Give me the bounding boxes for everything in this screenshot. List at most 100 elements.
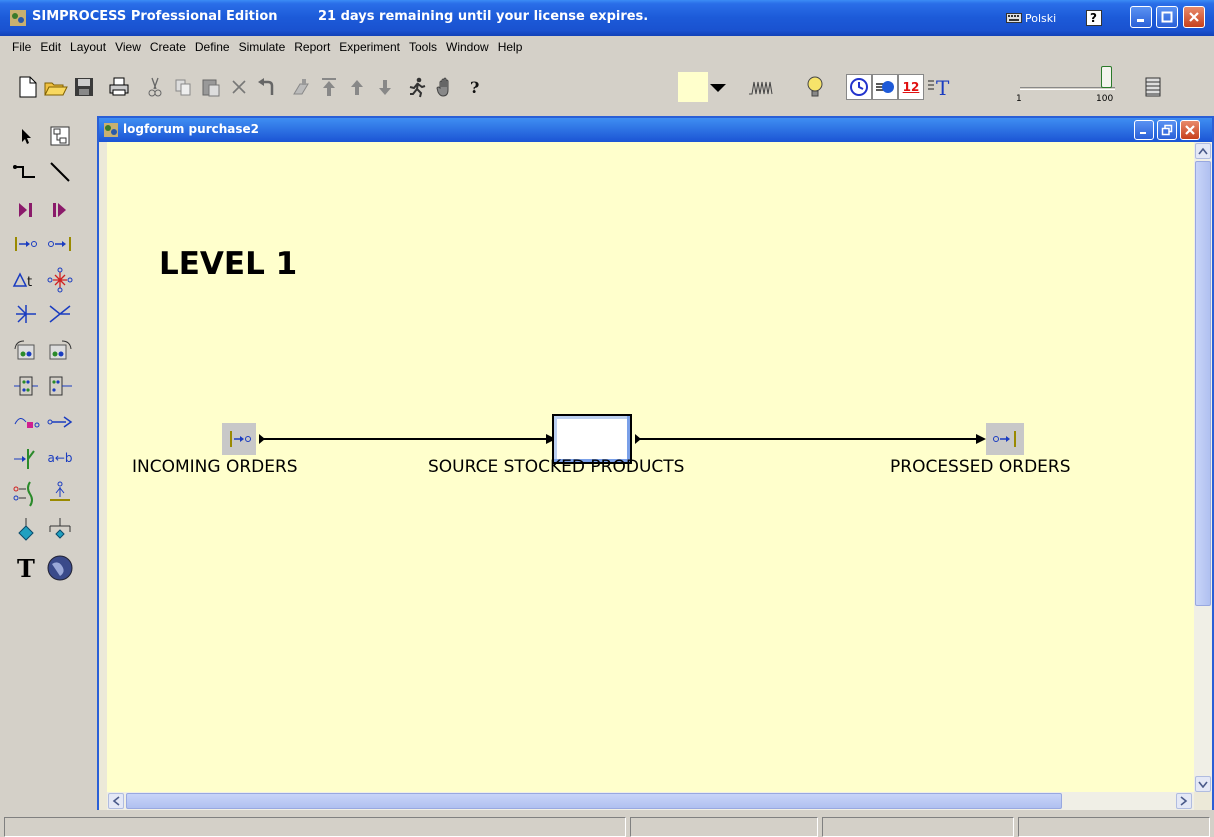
question-mark-icon: ? — [470, 78, 479, 97]
delete-button[interactable] — [226, 74, 252, 100]
output-connector-icon — [993, 431, 1016, 447]
chevron-down-icon — [1198, 781, 1208, 788]
trace-button[interactable] — [748, 74, 774, 100]
menu-window[interactable]: Window — [446, 38, 495, 58]
menu-create[interactable]: Create — [150, 38, 192, 58]
diagram-title: logforum purchase2 — [123, 122, 259, 136]
paste-button[interactable] — [198, 74, 224, 100]
cut-button[interactable] — [142, 74, 168, 100]
properties-button[interactable] — [288, 74, 314, 100]
incoming-orders-node[interactable] — [222, 423, 256, 455]
transfer-tool[interactable] — [42, 406, 78, 438]
clock-button[interactable] — [846, 74, 872, 100]
menu-view[interactable]: View — [115, 38, 147, 58]
slider-thumb[interactable] — [1101, 66, 1112, 88]
unbatch-tool[interactable] — [42, 370, 78, 402]
save-button[interactable] — [71, 74, 97, 100]
menu-file[interactable]: File — [12, 38, 37, 58]
help-context-button[interactable]: ? — [462, 74, 488, 100]
hint-button[interactable] — [802, 74, 828, 100]
run-simulation-button[interactable] — [404, 74, 430, 100]
maximize-button[interactable] — [1156, 6, 1178, 28]
menu-edit[interactable]: Edit — [40, 38, 67, 58]
text-tool[interactable]: T — [8, 552, 44, 584]
menu-experiment[interactable]: Experiment — [339, 38, 406, 58]
speed-slider[interactable]: 1 100 — [1012, 66, 1124, 110]
horizontal-scroll-thumb[interactable] — [126, 793, 1062, 809]
menu-report[interactable]: Report — [294, 38, 336, 58]
scroll-down-button[interactable] — [1195, 776, 1211, 792]
processed-orders-node[interactable] — [986, 423, 1024, 455]
text-style-icon: T — [928, 76, 950, 98]
transform-tool[interactable] — [8, 406, 44, 438]
hierarchy-tool[interactable] — [42, 120, 78, 152]
open-button[interactable] — [43, 74, 69, 100]
print-button[interactable] — [106, 74, 132, 100]
input-tool[interactable] — [8, 228, 44, 260]
orthogonal-connector-tool[interactable] — [8, 156, 44, 188]
globe-tool[interactable] — [42, 552, 78, 584]
maximize-icon — [1161, 11, 1173, 23]
help-icon[interactable]: ? — [1086, 10, 1102, 26]
minimize-icon — [1140, 132, 1146, 134]
move-down-button[interactable] — [372, 74, 398, 100]
synchronize-tool[interactable] — [8, 478, 44, 510]
replenish-tool[interactable] — [42, 478, 78, 510]
stop-tool[interactable] — [42, 194, 78, 226]
undo-button[interactable] — [254, 74, 280, 100]
diagram-canvas[interactable]: LEVEL 1 INCOMING ORDERS SOURCE STOCKED P… — [107, 142, 1194, 794]
assign-tool[interactable]: a←b — [42, 442, 78, 474]
text-style-button[interactable]: T — [926, 74, 952, 100]
scroll-right-button[interactable] — [1176, 793, 1192, 809]
resource-tool[interactable] — [42, 514, 78, 546]
output-tool[interactable] — [42, 228, 78, 260]
vertical-scrollbar[interactable] — [1194, 142, 1212, 794]
font-size-button[interactable]: 12 — [898, 74, 924, 100]
assemble-tool[interactable] — [8, 334, 44, 366]
straight-connector-tool[interactable] — [42, 156, 78, 188]
filmstrip-button[interactable] — [1140, 74, 1166, 100]
select-tool[interactable] — [8, 120, 44, 152]
delta-t-icon: t — [12, 272, 32, 290]
decision-tool[interactable] — [8, 514, 44, 546]
color-picker-button[interactable] — [676, 72, 730, 102]
font-size-label: 12 — [902, 80, 920, 94]
vertical-scroll-thumb[interactable] — [1195, 161, 1211, 606]
menu-help[interactable]: Help — [498, 38, 529, 58]
new-button[interactable] — [15, 74, 41, 100]
split-tool[interactable] — [42, 264, 78, 296]
input-connector-icon — [15, 237, 37, 251]
entity-button[interactable] — [872, 74, 898, 100]
diagram-close-button[interactable] — [1180, 120, 1200, 140]
move-up-button[interactable] — [344, 74, 370, 100]
batch-tool[interactable] — [8, 370, 44, 402]
branch-tool[interactable] — [8, 298, 44, 330]
copy-icon — [175, 79, 191, 96]
copy-button[interactable] — [170, 74, 196, 100]
scroll-left-button[interactable] — [108, 793, 124, 809]
minimize-button[interactable] — [1130, 6, 1152, 28]
scroll-up-button[interactable] — [1195, 143, 1211, 159]
disassemble-tool[interactable] — [42, 334, 78, 366]
menu-define[interactable]: Define — [195, 38, 236, 58]
close-button[interactable] — [1183, 6, 1205, 28]
start-tool[interactable] — [8, 194, 44, 226]
menu-tools[interactable]: Tools — [409, 38, 443, 58]
pause-button[interactable] — [432, 74, 458, 100]
pointer-arrow-icon — [22, 129, 31, 144]
toolbar: ? 12 T 1 100 — [0, 60, 1214, 114]
input-connector-icon — [230, 431, 251, 447]
slider-max-label: 100 — [1096, 94, 1114, 104]
language-indicator[interactable]: Polski — [1006, 8, 1056, 28]
delay-tool[interactable]: t — [8, 264, 44, 296]
source-stocked-products-label: SOURCE STOCKED PRODUCTS — [428, 457, 685, 477]
horizontal-scrollbar[interactable] — [107, 792, 1194, 810]
gate-tool[interactable] — [8, 442, 44, 474]
menu-simulate[interactable]: Simulate — [239, 38, 292, 58]
diagram-restore-button[interactable] — [1157, 120, 1177, 140]
move-top-button[interactable] — [316, 74, 342, 100]
menu-layout[interactable]: Layout — [70, 38, 112, 58]
printer-icon — [109, 77, 129, 96]
diagram-minimize-button[interactable] — [1134, 120, 1154, 140]
merge-tool[interactable] — [42, 298, 78, 330]
